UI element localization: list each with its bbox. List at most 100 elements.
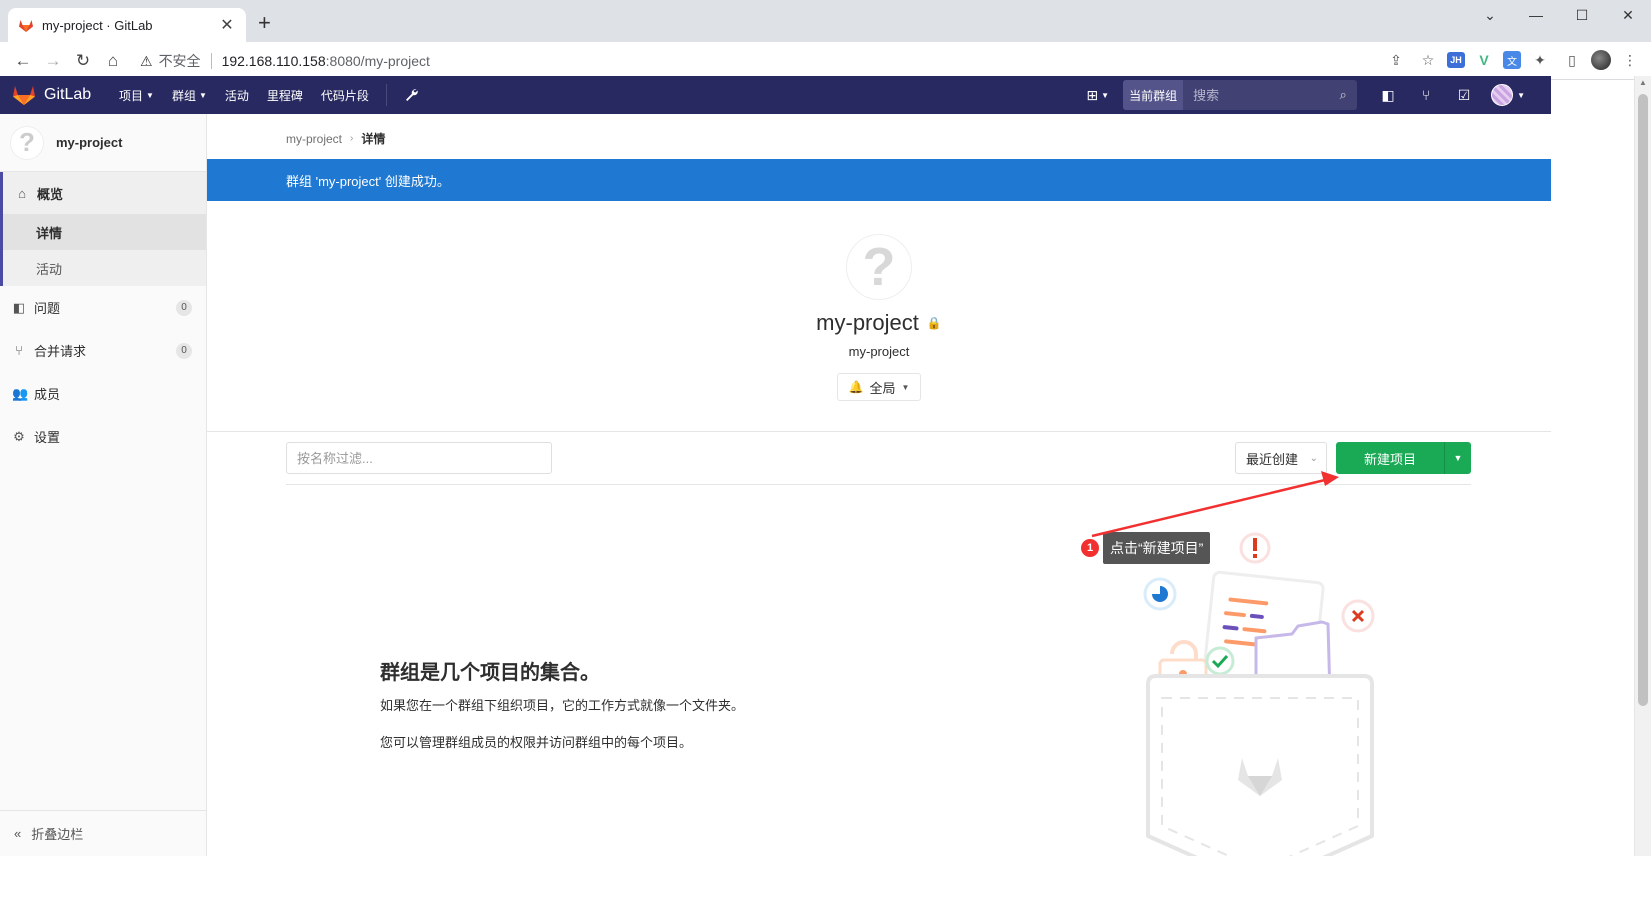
share-icon[interactable]: ⇪ [1383, 46, 1409, 74]
flash-notice: 群组 'my-project' 创建成功。 [207, 159, 1551, 201]
group-avatar: ? [10, 125, 44, 160]
users-icon: 👥 [12, 385, 29, 401]
sort-label: 最近创建 [1246, 451, 1299, 467]
minimize-icon[interactable]: — [1513, 0, 1559, 30]
group-avatar-large: ? [846, 234, 912, 300]
browser-tabstrip: my-project · GitLab ✕ + ⌄ — ☐ ✕ [0, 0, 1651, 42]
nav-projects[interactable]: 项目 ▼ [110, 87, 163, 104]
sidebar-subitem-details[interactable]: 详情 [3, 214, 206, 250]
section-divider [207, 431, 1551, 432]
new-dropdown[interactable]: ⊞ ▼ [1086, 87, 1109, 104]
merge-request-icon[interactable]: ⑂ [1407, 76, 1445, 114]
chevron-right-icon: › [350, 133, 354, 144]
nav-groups[interactable]: 群组 ▼ [163, 87, 216, 104]
new-project-button[interactable]: 新建项目 [1336, 442, 1445, 474]
group-path: my-project [848, 344, 910, 359]
page-scrollbar[interactable]: ▲ [1634, 76, 1651, 856]
new-project-dropdown-toggle[interactable]: ▼ [1445, 442, 1471, 474]
group-title-row: my-project 🔒 [207, 310, 1551, 336]
sidebar-item-members[interactable]: 👥 成员 [0, 372, 206, 415]
annotation-callout: 1 点击“新建项目” [1081, 532, 1211, 564]
browser-actions: ⇪ ☆ JH V 文 ✦ ▯ ⋮ [1383, 46, 1643, 74]
annotation-text: 点击“新建项目” [1103, 532, 1211, 564]
nav-milestones[interactable]: 里程碑 [258, 87, 312, 104]
sort-dropdown[interactable]: 最近创建 ⌄ [1235, 442, 1327, 474]
chevron-down-icon: ▼ [1517, 90, 1525, 100]
nav-snippets[interactable]: 代码片段 [312, 87, 378, 104]
merge-request-icon: ⑂ [15, 343, 23, 358]
search-icon[interactable]: ⌕ [1329, 80, 1357, 110]
collapse-sidebar-button[interactable]: « 折叠边栏 [0, 810, 206, 856]
chevron-down-icon: ▼ [901, 382, 910, 392]
warning-triangle-icon: ⚠ [140, 52, 153, 69]
reload-icon[interactable]: ↻ [68, 46, 98, 76]
chevron-down-icon: ▼ [198, 90, 207, 100]
notification-dropdown[interactable]: 🔔 全局 ▼ [837, 373, 921, 401]
gear-icon: ⚙ [13, 428, 25, 444]
nav-divider [385, 84, 387, 106]
empty-state-paragraph-2: 您可以管理群组成员的权限并访问群组中的每个项目。 [380, 735, 693, 750]
sidebar-item-overview[interactable]: ⌂ 概览 [3, 172, 206, 214]
breadcrumb-parent[interactable]: my-project [286, 132, 342, 146]
browser-menu-icon[interactable]: ⋮ [1617, 46, 1643, 74]
window-controls: ⌄ — ☐ ✕ [1467, 0, 1651, 30]
scroll-up-arrow-icon[interactable]: ▲ [1639, 78, 1647, 87]
profile-avatar[interactable] [1591, 50, 1611, 70]
issues-icon[interactable]: ◧ [1369, 76, 1407, 114]
sidebar-item-settings[interactable]: ⚙ 设置 [0, 415, 206, 458]
side-panel-icon[interactable]: ▯ [1559, 46, 1585, 74]
gitlab-logo[interactable]: GitLab [0, 84, 110, 106]
header-nav: 项目 ▼ 群组 ▼ 活动 里程碑 代码片段 [110, 84, 427, 106]
nav-projects-label: 项目 [119, 88, 144, 103]
breadcrumb-current[interactable]: 详情 [361, 130, 385, 147]
lock-icon: 🔒 [926, 316, 942, 330]
nav-activity[interactable]: 活动 [216, 87, 258, 104]
search-input[interactable] [1183, 80, 1330, 110]
extension-jh-icon[interactable]: JH [1447, 52, 1465, 68]
new-project-split-button: 新建项目 ▼ [1336, 442, 1471, 474]
sidebar-item-label: 成员 [34, 387, 61, 402]
empty-state-text: 群组是几个项目的集合。 如果您在一个群组下组织项目，它的工作方式就像一个文件夹。… [380, 656, 744, 751]
extensions-puzzle-icon[interactable]: ✦ [1527, 46, 1553, 74]
bookmark-star-icon[interactable]: ☆ [1415, 46, 1441, 74]
filter-by-name-input[interactable] [286, 442, 552, 474]
omnibox-divider [210, 53, 212, 69]
tab-close-icon[interactable]: ✕ [218, 15, 236, 35]
chevron-down-icon: ▼ [146, 90, 154, 100]
security-label: 不安全 [158, 53, 201, 69]
url-path: :8080/my-project [325, 53, 430, 69]
empty-state-illustration [1143, 532, 1375, 856]
header-right: ⊞▼ 当前群组 ⌕ ◧ ⑂ ☑ ▼ [1086, 76, 1551, 114]
maximize-icon[interactable]: ☐ [1559, 0, 1605, 30]
tab-search-chevron-icon[interactable]: ⌄ [1467, 0, 1513, 30]
new-tab-button[interactable]: + [258, 12, 271, 34]
scrollbar-thumb[interactable] [1638, 94, 1648, 706]
merge-requests-count-badge: 0 [176, 342, 192, 359]
notification-level: 全局 [869, 380, 896, 396]
list-divider [286, 484, 1471, 485]
search-scope-badge[interactable]: 当前群组 [1123, 80, 1184, 110]
chevron-down-icon: ▼ [1101, 90, 1110, 100]
sidebar: ? my-project ⌂ 概览 详情 活动 ◧ 问题 0 ⑂ 合并请求 0 … [0, 114, 207, 856]
todos-icon[interactable]: ☑ [1445, 76, 1483, 114]
admin-wrench-icon[interactable] [395, 88, 427, 102]
nav-groups-label: 群组 [171, 88, 196, 103]
close-window-icon[interactable]: ✕ [1605, 0, 1651, 30]
user-menu[interactable]: ▼ [1483, 84, 1551, 106]
extension-vue-icon[interactable]: V [1471, 46, 1497, 74]
sidebar-item-label: 设置 [34, 430, 61, 445]
home-icon: ⌂ [18, 185, 26, 201]
back-icon[interactable]: ← [8, 46, 38, 76]
sidebar-item-merge-requests[interactable]: ⑂ 合并请求 0 [0, 329, 206, 372]
forward-icon[interactable]: → [38, 46, 68, 76]
address-bar[interactable]: ⚠ 不安全 192.168.110.158:8080/my-project [140, 48, 430, 74]
extension-translate-icon[interactable]: 文 [1503, 51, 1521, 69]
sidebar-context-header[interactable]: ? my-project [0, 114, 206, 172]
group-name: my-project [816, 310, 919, 335]
sidebar-item-issues[interactable]: ◧ 问题 0 [0, 286, 206, 329]
gitlab-tanuki-icon [13, 86, 35, 105]
gitlab-header: GitLab 项目▼ 群组▼ 活动 里程碑 代码片段 ⊞▼ 当前群组 ⌕ ◧ ⑂… [0, 76, 1551, 114]
sidebar-subitem-activity[interactable]: 活动 [3, 250, 206, 286]
home-icon[interactable]: ⌂ [98, 46, 128, 76]
browser-tab[interactable]: my-project · GitLab ✕ [8, 8, 246, 42]
